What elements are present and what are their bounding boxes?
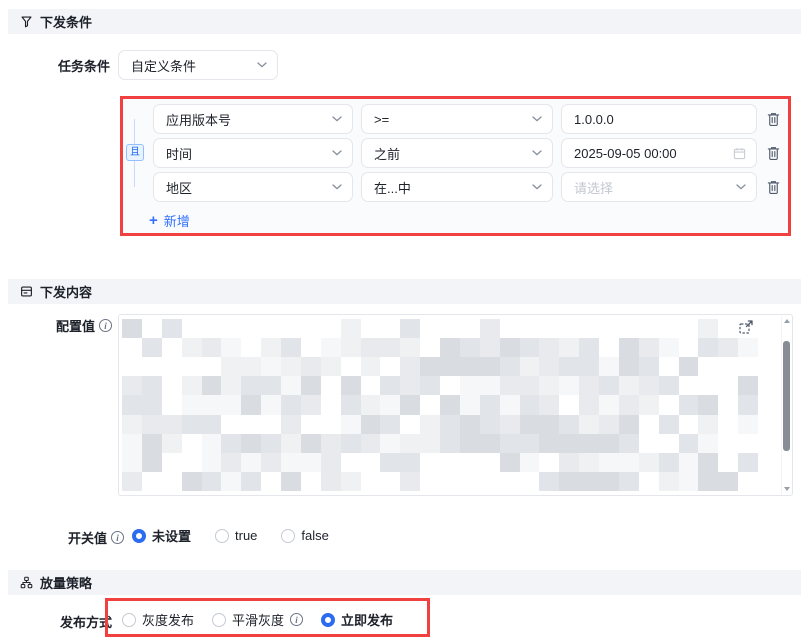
field-value: 时间	[166, 144, 326, 163]
chevron-down-icon	[257, 62, 267, 68]
date-value: 2025-09-05 00:00	[574, 146, 727, 161]
switch-value-radio-group: 未设置 true false	[132, 526, 329, 545]
config-value-editor[interactable]	[118, 314, 793, 496]
field-value: 应用版本号	[166, 110, 326, 129]
section-title: 放量策略	[40, 573, 92, 592]
radio-gray-release[interactable]: 灰度发布	[122, 610, 194, 629]
switch-value-label: 开关值 i	[0, 528, 124, 547]
radio-label: false	[301, 528, 328, 543]
section-title: 下发条件	[40, 12, 92, 31]
chevron-down-icon	[532, 184, 542, 190]
section-header-rollout-strategy: 放量策略	[8, 570, 801, 595]
expand-icon[interactable]	[737, 318, 754, 335]
redacted-content	[122, 319, 758, 491]
hierarchy-icon	[19, 576, 33, 590]
delete-condition-button[interactable]	[764, 144, 782, 162]
task-condition-value: 自定义条件	[131, 56, 251, 75]
chevron-down-icon	[332, 116, 342, 122]
condition-operator-select[interactable]: >=	[361, 104, 553, 134]
calendar-icon	[733, 147, 746, 160]
radio-smooth-gray[interactable]: 平滑灰度 i	[212, 610, 303, 629]
condition-value-select[interactable]: 请选择	[561, 172, 757, 202]
radio-icon	[281, 529, 295, 543]
condition-field-select[interactable]: 时间	[153, 138, 353, 168]
section-header-delivery-content: 下发内容	[8, 279, 801, 304]
radio-icon	[321, 613, 335, 627]
delete-condition-button[interactable]	[764, 178, 782, 196]
scroll-up-icon[interactable]	[784, 319, 790, 323]
condition-field-select[interactable]: 地区	[153, 172, 353, 202]
select-placeholder: 请选择	[574, 178, 730, 197]
field-value: 地区	[166, 178, 326, 197]
condition-operator-select[interactable]: 之前	[361, 138, 553, 168]
radio-label: 未设置	[152, 526, 191, 545]
condition-operator-select[interactable]: 在...中	[361, 172, 553, 202]
plus-icon: +	[149, 214, 158, 227]
funnel-icon	[19, 15, 33, 29]
radio-label: true	[235, 528, 257, 543]
page: 下发条件 任务条件 自定义条件 且 应用版本号 >= 时间 之前	[0, 0, 809, 639]
radio-not-set[interactable]: 未设置	[132, 526, 191, 545]
add-condition-button[interactable]: + 新增	[149, 211, 190, 230]
info-icon[interactable]: i	[99, 319, 112, 332]
radio-icon	[215, 529, 229, 543]
release-method-radio-group: 灰度发布 平滑灰度 i 立即发布	[122, 610, 393, 629]
operator-value: 在...中	[374, 178, 526, 197]
radio-label: 灰度发布	[142, 610, 194, 629]
radio-false[interactable]: false	[281, 528, 328, 543]
release-method-label: 发布方式	[0, 612, 112, 631]
switch-value-label-text: 开关值	[68, 528, 107, 547]
section-title: 下发内容	[40, 282, 92, 301]
chevron-down-icon	[532, 116, 542, 122]
config-value-label: 配置值 i	[0, 316, 112, 335]
info-icon[interactable]: i	[290, 613, 303, 626]
add-condition-label: 新增	[164, 211, 190, 230]
section-header-delivery-conditions: 下发条件	[8, 9, 801, 34]
config-value-label-text: 配置值	[56, 316, 95, 335]
delete-condition-button[interactable]	[764, 110, 782, 128]
chevron-down-icon	[532, 150, 542, 156]
task-condition-label: 任务条件	[0, 56, 110, 75]
radio-label: 平滑灰度	[232, 610, 284, 629]
operator-value: 之前	[374, 144, 526, 163]
chevron-down-icon	[332, 184, 342, 190]
condition-field-select[interactable]: 应用版本号	[153, 104, 353, 134]
task-condition-select[interactable]: 自定义条件	[118, 50, 278, 80]
radio-true[interactable]: true	[215, 528, 257, 543]
condition-date-input[interactable]: 2025-09-05 00:00	[561, 138, 757, 168]
and-connector-badge[interactable]: 且	[126, 144, 144, 161]
chevron-down-icon	[332, 150, 342, 156]
scroll-down-icon[interactable]	[784, 487, 790, 491]
operator-value: >=	[374, 112, 526, 127]
radio-icon	[212, 613, 226, 627]
radio-icon	[122, 613, 136, 627]
condition-value-input[interactable]	[561, 104, 757, 134]
radio-label: 立即发布	[341, 610, 393, 629]
radio-icon	[132, 529, 146, 543]
info-icon[interactable]: i	[111, 531, 124, 544]
radio-immediate-release[interactable]: 立即发布	[321, 610, 393, 629]
chevron-down-icon	[736, 184, 746, 190]
scrollbar-thumb[interactable]	[783, 341, 790, 451]
form-icon	[19, 285, 33, 299]
scrollbar[interactable]	[781, 316, 791, 494]
